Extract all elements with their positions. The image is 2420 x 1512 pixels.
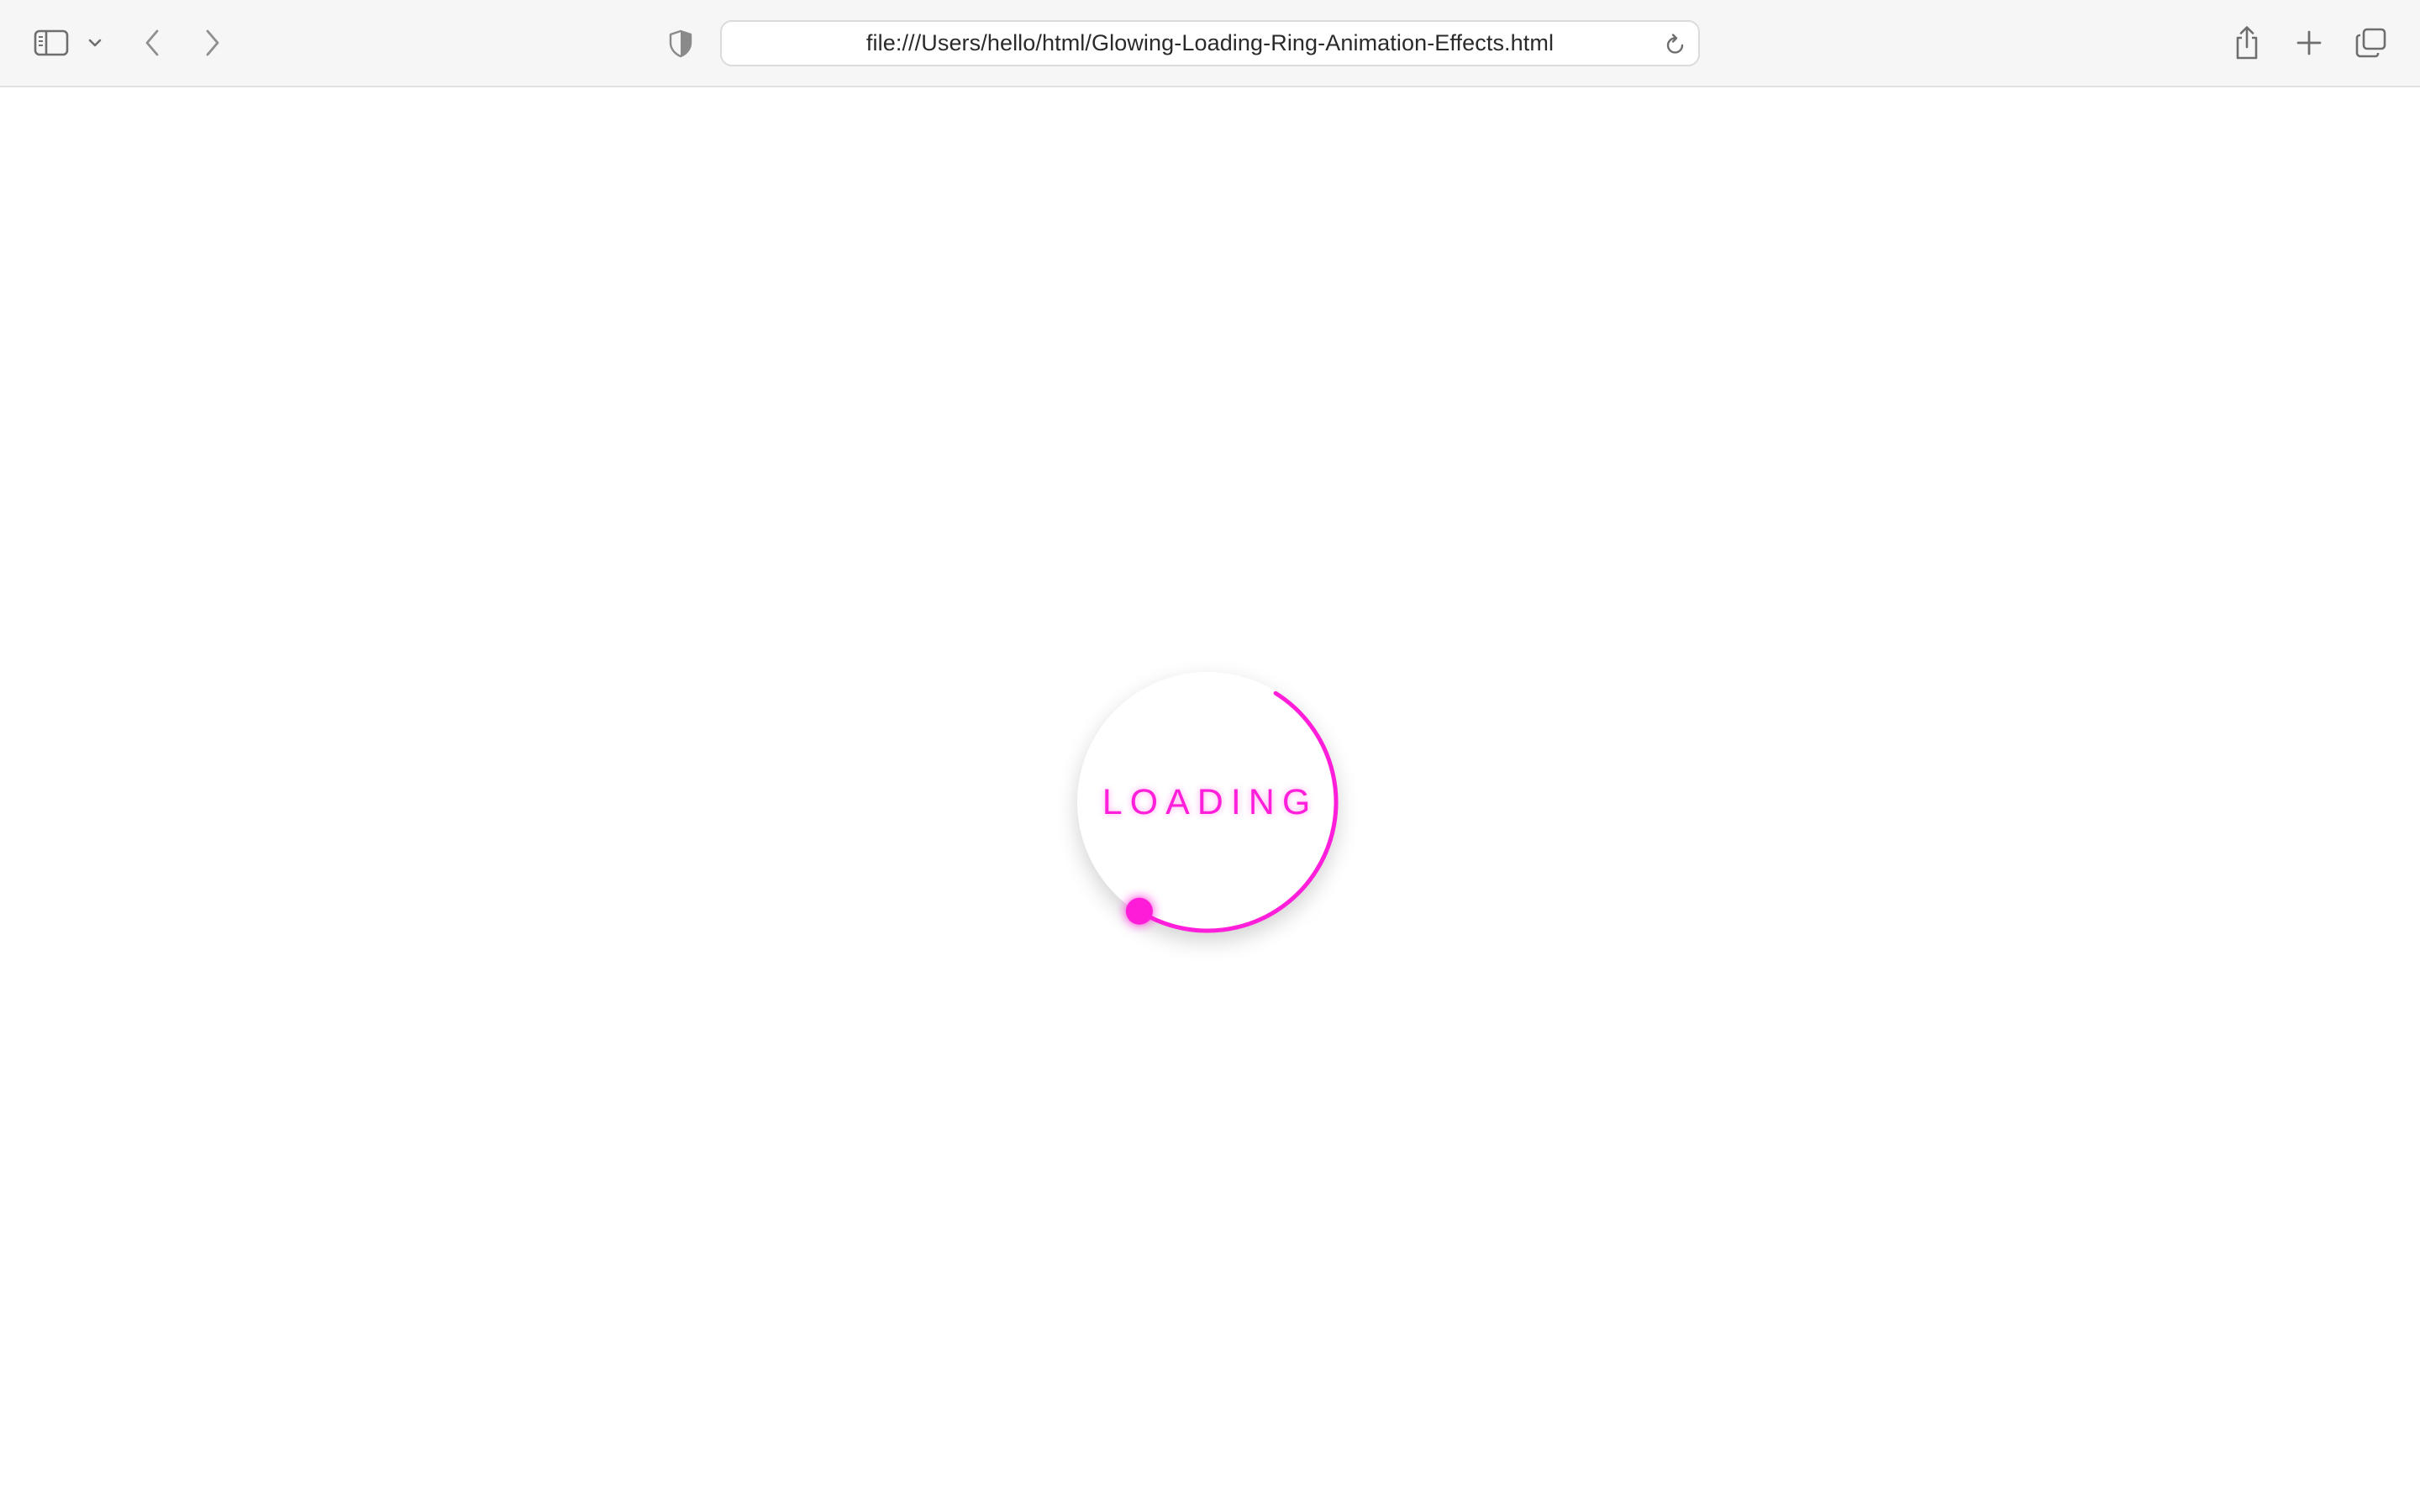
reload-icon bbox=[1666, 34, 1684, 54]
chevron-right-icon bbox=[206, 29, 219, 56]
forward-button[interactable] bbox=[198, 25, 227, 60]
chevron-down-icon bbox=[88, 39, 102, 47]
shield-icon bbox=[669, 29, 692, 58]
back-button[interactable] bbox=[138, 25, 166, 60]
loading-ring: LOADING bbox=[1077, 672, 1339, 933]
new-tab-button[interactable] bbox=[2291, 25, 2327, 60]
privacy-report-button[interactable] bbox=[664, 27, 697, 60]
share-button[interactable] bbox=[2228, 22, 2265, 64]
tabs-icon bbox=[2355, 28, 2386, 58]
share-icon bbox=[2236, 26, 2258, 60]
sidebar-button[interactable] bbox=[32, 27, 71, 59]
sidebar-icon bbox=[34, 29, 69, 56]
url-text: file:///Users/hello/html/Glowing-Loading… bbox=[865, 30, 1555, 55]
reload-button[interactable] bbox=[1661, 30, 1690, 59]
chevron-left-icon bbox=[145, 29, 159, 56]
browser-toolbar: file:///Users/hello/html/Glowing-Loading… bbox=[0, 0, 2420, 87]
loading-text: LOADING bbox=[1102, 781, 1318, 822]
plus-icon bbox=[2296, 30, 2322, 55]
address-bar[interactable]: file:///Users/hello/html/Glowing-Loading… bbox=[720, 20, 1700, 66]
tab-overview-button[interactable] bbox=[2353, 25, 2390, 60]
sidebar-menu-button[interactable] bbox=[84, 32, 106, 54]
